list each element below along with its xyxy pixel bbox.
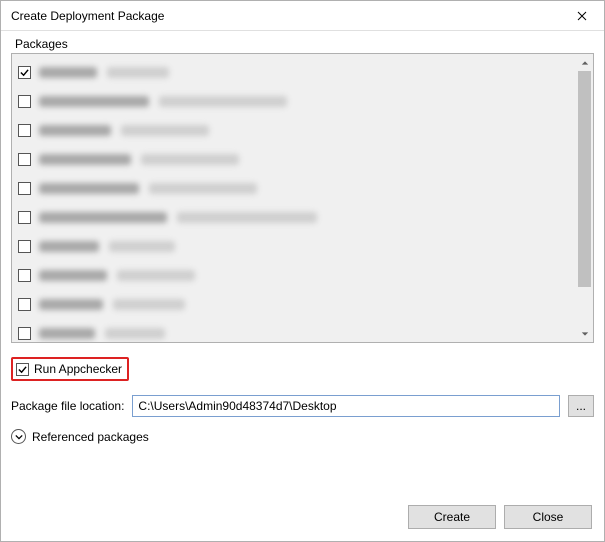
package-label-redacted [39, 299, 185, 310]
package-label-redacted [39, 212, 317, 223]
package-checkbox[interactable] [18, 66, 31, 79]
spacer [11, 444, 594, 499]
expand-toggle[interactable] [11, 429, 26, 444]
packages-label: Packages [15, 37, 594, 51]
package-row[interactable] [12, 58, 576, 87]
chevron-down-icon [15, 433, 23, 441]
window-title: Create Deployment Package [11, 9, 164, 23]
titlebar: Create Deployment Package [1, 1, 604, 31]
scroll-up-button[interactable] [576, 54, 593, 71]
package-checkbox[interactable] [18, 298, 31, 311]
package-checkbox[interactable] [18, 124, 31, 137]
package-label-redacted [39, 183, 257, 194]
package-row[interactable] [12, 87, 576, 116]
run-appchecker-row: Run Appchecker [11, 357, 129, 381]
package-label-redacted [39, 154, 239, 165]
scrollbar[interactable] [576, 54, 593, 342]
referenced-packages-label: Referenced packages [32, 430, 149, 444]
dialog-window: Create Deployment Package Packages [0, 0, 605, 542]
package-row[interactable] [12, 116, 576, 145]
create-button[interactable]: Create [408, 505, 496, 529]
package-label-redacted [39, 96, 287, 107]
package-row[interactable] [12, 174, 576, 203]
scroll-track[interactable] [576, 71, 593, 325]
package-row[interactable] [12, 232, 576, 261]
package-row[interactable] [12, 261, 576, 290]
close-button-label: Close [533, 510, 564, 524]
create-button-label: Create [434, 510, 470, 524]
packages-list[interactable] [12, 54, 576, 342]
package-label-redacted [39, 270, 195, 281]
run-appchecker-label: Run Appchecker [34, 362, 122, 376]
package-row[interactable] [12, 319, 576, 343]
chevron-up-icon [581, 59, 589, 67]
package-row[interactable] [12, 203, 576, 232]
close-icon [577, 11, 587, 21]
close-button[interactable]: Close [504, 505, 592, 529]
scroll-down-button[interactable] [576, 325, 593, 342]
package-checkbox[interactable] [18, 240, 31, 253]
dialog-content: Packages Run Appchecker Package file loc… [1, 31, 604, 541]
package-checkbox[interactable] [18, 269, 31, 282]
file-location-input[interactable] [132, 395, 560, 417]
file-location-row: Package file location: ... [11, 395, 594, 417]
package-label-redacted [39, 125, 209, 136]
package-checkbox[interactable] [18, 95, 31, 108]
window-close-button[interactable] [559, 1, 604, 31]
package-checkbox[interactable] [18, 153, 31, 166]
package-checkbox[interactable] [18, 211, 31, 224]
ellipsis-icon: ... [576, 399, 586, 413]
package-checkbox[interactable] [18, 182, 31, 195]
package-label-redacted [39, 241, 175, 252]
chevron-down-icon [581, 330, 589, 338]
packages-listbox [11, 53, 594, 343]
package-row[interactable] [12, 145, 576, 174]
package-label-redacted [39, 67, 169, 78]
scroll-thumb[interactable] [578, 71, 591, 287]
browse-button[interactable]: ... [568, 395, 594, 417]
referenced-packages-row[interactable]: Referenced packages [11, 429, 594, 444]
package-row[interactable] [12, 290, 576, 319]
file-location-label: Package file location: [11, 399, 124, 413]
button-row: Create Close [11, 499, 594, 531]
run-appchecker-checkbox[interactable] [16, 363, 29, 376]
package-label-redacted [39, 328, 165, 339]
package-checkbox[interactable] [18, 327, 31, 340]
